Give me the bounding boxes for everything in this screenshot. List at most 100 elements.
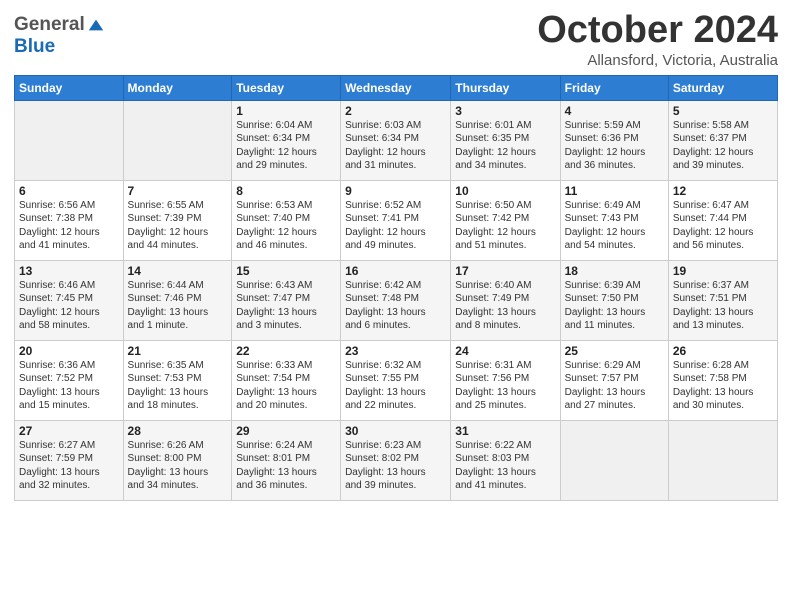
day-number: 12 <box>673 184 773 198</box>
calendar-header-row: SundayMondayTuesdayWednesdayThursdayFrid… <box>15 75 778 100</box>
calendar-cell: 27Sunrise: 6:27 AM Sunset: 7:59 PM Dayli… <box>15 420 124 500</box>
calendar-cell <box>123 100 232 180</box>
day-number: 25 <box>565 344 664 358</box>
calendar-cell: 15Sunrise: 6:43 AM Sunset: 7:47 PM Dayli… <box>232 260 341 340</box>
day-header-wednesday: Wednesday <box>341 75 451 100</box>
day-number: 19 <box>673 264 773 278</box>
calendar-cell: 31Sunrise: 6:22 AM Sunset: 8:03 PM Dayli… <box>451 420 560 500</box>
day-number: 17 <box>455 264 555 278</box>
calendar-week-row: 20Sunrise: 6:36 AM Sunset: 7:52 PM Dayli… <box>15 340 778 420</box>
day-number: 30 <box>345 424 446 438</box>
day-number: 9 <box>345 184 446 198</box>
day-number: 15 <box>236 264 336 278</box>
calendar-cell: 22Sunrise: 6:33 AM Sunset: 7:54 PM Dayli… <box>232 340 341 420</box>
calendar-cell: 17Sunrise: 6:40 AM Sunset: 7:49 PM Dayli… <box>451 260 560 340</box>
day-number: 16 <box>345 264 446 278</box>
day-info: Sunrise: 6:33 AM Sunset: 7:54 PM Dayligh… <box>236 359 336 413</box>
day-info: Sunrise: 6:56 AM Sunset: 7:38 PM Dayligh… <box>19 199 119 253</box>
day-info: Sunrise: 5:59 AM Sunset: 6:36 PM Dayligh… <box>565 119 664 173</box>
day-number: 27 <box>19 424 119 438</box>
day-info: Sunrise: 6:28 AM Sunset: 7:58 PM Dayligh… <box>673 359 773 413</box>
calendar-cell: 4Sunrise: 5:59 AM Sunset: 6:36 PM Daylig… <box>560 100 668 180</box>
day-number: 18 <box>565 264 664 278</box>
month-title: October 2024 <box>537 10 778 52</box>
title-block: October 2024 Allansford, Victoria, Austr… <box>537 10 778 69</box>
page-container: General Blue October 2024 Allansford, Vi… <box>0 0 792 511</box>
day-info: Sunrise: 6:47 AM Sunset: 7:44 PM Dayligh… <box>673 199 773 253</box>
day-number: 11 <box>565 184 664 198</box>
calendar-cell <box>560 420 668 500</box>
day-number: 1 <box>236 104 336 118</box>
calendar-cell: 24Sunrise: 6:31 AM Sunset: 7:56 PM Dayli… <box>451 340 560 420</box>
day-info: Sunrise: 6:37 AM Sunset: 7:51 PM Dayligh… <box>673 279 773 333</box>
day-header-thursday: Thursday <box>451 75 560 100</box>
calendar-cell: 19Sunrise: 6:37 AM Sunset: 7:51 PM Dayli… <box>668 260 777 340</box>
calendar-cell <box>15 100 124 180</box>
day-number: 2 <box>345 104 446 118</box>
day-info: Sunrise: 6:40 AM Sunset: 7:49 PM Dayligh… <box>455 279 555 333</box>
day-number: 29 <box>236 424 336 438</box>
day-number: 4 <box>565 104 664 118</box>
calendar-cell: 8Sunrise: 6:53 AM Sunset: 7:40 PM Daylig… <box>232 180 341 260</box>
calendar-cell: 20Sunrise: 6:36 AM Sunset: 7:52 PM Dayli… <box>15 340 124 420</box>
day-info: Sunrise: 6:23 AM Sunset: 8:02 PM Dayligh… <box>345 439 446 493</box>
day-number: 26 <box>673 344 773 358</box>
calendar-cell: 9Sunrise: 6:52 AM Sunset: 7:41 PM Daylig… <box>341 180 451 260</box>
day-info: Sunrise: 5:58 AM Sunset: 6:37 PM Dayligh… <box>673 119 773 173</box>
day-info: Sunrise: 6:39 AM Sunset: 7:50 PM Dayligh… <box>565 279 664 333</box>
day-number: 31 <box>455 424 555 438</box>
day-info: Sunrise: 6:32 AM Sunset: 7:55 PM Dayligh… <box>345 359 446 413</box>
day-number: 7 <box>128 184 228 198</box>
day-info: Sunrise: 6:46 AM Sunset: 7:45 PM Dayligh… <box>19 279 119 333</box>
day-header-saturday: Saturday <box>668 75 777 100</box>
day-info: Sunrise: 6:29 AM Sunset: 7:57 PM Dayligh… <box>565 359 664 413</box>
calendar-cell: 6Sunrise: 6:56 AM Sunset: 7:38 PM Daylig… <box>15 180 124 260</box>
day-info: Sunrise: 6:03 AM Sunset: 6:34 PM Dayligh… <box>345 119 446 173</box>
day-info: Sunrise: 6:04 AM Sunset: 6:34 PM Dayligh… <box>236 119 336 173</box>
day-number: 22 <box>236 344 336 358</box>
calendar-table: SundayMondayTuesdayWednesdayThursdayFrid… <box>14 75 778 501</box>
day-info: Sunrise: 6:22 AM Sunset: 8:03 PM Dayligh… <box>455 439 555 493</box>
day-info: Sunrise: 6:36 AM Sunset: 7:52 PM Dayligh… <box>19 359 119 413</box>
calendar-cell: 13Sunrise: 6:46 AM Sunset: 7:45 PM Dayli… <box>15 260 124 340</box>
calendar-week-row: 6Sunrise: 6:56 AM Sunset: 7:38 PM Daylig… <box>15 180 778 260</box>
day-number: 23 <box>345 344 446 358</box>
day-info: Sunrise: 6:42 AM Sunset: 7:48 PM Dayligh… <box>345 279 446 333</box>
calendar-cell: 25Sunrise: 6:29 AM Sunset: 7:57 PM Dayli… <box>560 340 668 420</box>
location: Allansford, Victoria, Australia <box>537 52 778 69</box>
calendar-cell: 28Sunrise: 6:26 AM Sunset: 8:00 PM Dayli… <box>123 420 232 500</box>
day-number: 8 <box>236 184 336 198</box>
calendar-week-row: 1Sunrise: 6:04 AM Sunset: 6:34 PM Daylig… <box>15 100 778 180</box>
calendar-cell: 16Sunrise: 6:42 AM Sunset: 7:48 PM Dayli… <box>341 260 451 340</box>
day-number: 24 <box>455 344 555 358</box>
calendar-cell: 26Sunrise: 6:28 AM Sunset: 7:58 PM Dayli… <box>668 340 777 420</box>
calendar-cell: 12Sunrise: 6:47 AM Sunset: 7:44 PM Dayli… <box>668 180 777 260</box>
calendar-cell: 23Sunrise: 6:32 AM Sunset: 7:55 PM Dayli… <box>341 340 451 420</box>
logo: General Blue <box>14 14 105 58</box>
day-info: Sunrise: 6:27 AM Sunset: 7:59 PM Dayligh… <box>19 439 119 493</box>
day-info: Sunrise: 6:43 AM Sunset: 7:47 PM Dayligh… <box>236 279 336 333</box>
calendar-cell: 21Sunrise: 6:35 AM Sunset: 7:53 PM Dayli… <box>123 340 232 420</box>
day-header-friday: Friday <box>560 75 668 100</box>
calendar-cell <box>668 420 777 500</box>
calendar-cell: 7Sunrise: 6:55 AM Sunset: 7:39 PM Daylig… <box>123 180 232 260</box>
logo-icon <box>87 16 105 34</box>
day-info: Sunrise: 6:26 AM Sunset: 8:00 PM Dayligh… <box>128 439 228 493</box>
day-header-tuesday: Tuesday <box>232 75 341 100</box>
calendar-cell: 3Sunrise: 6:01 AM Sunset: 6:35 PM Daylig… <box>451 100 560 180</box>
day-number: 3 <box>455 104 555 118</box>
calendar-cell: 14Sunrise: 6:44 AM Sunset: 7:46 PM Dayli… <box>123 260 232 340</box>
day-info: Sunrise: 6:50 AM Sunset: 7:42 PM Dayligh… <box>455 199 555 253</box>
header: General Blue October 2024 Allansford, Vi… <box>14 10 778 69</box>
day-info: Sunrise: 6:52 AM Sunset: 7:41 PM Dayligh… <box>345 199 446 253</box>
calendar-cell: 2Sunrise: 6:03 AM Sunset: 6:34 PM Daylig… <box>341 100 451 180</box>
day-header-monday: Monday <box>123 75 232 100</box>
day-number: 20 <box>19 344 119 358</box>
calendar-cell: 29Sunrise: 6:24 AM Sunset: 8:01 PM Dayli… <box>232 420 341 500</box>
day-info: Sunrise: 6:53 AM Sunset: 7:40 PM Dayligh… <box>236 199 336 253</box>
day-header-sunday: Sunday <box>15 75 124 100</box>
day-info: Sunrise: 6:31 AM Sunset: 7:56 PM Dayligh… <box>455 359 555 413</box>
day-number: 28 <box>128 424 228 438</box>
day-info: Sunrise: 6:49 AM Sunset: 7:43 PM Dayligh… <box>565 199 664 253</box>
day-info: Sunrise: 6:44 AM Sunset: 7:46 PM Dayligh… <box>128 279 228 333</box>
